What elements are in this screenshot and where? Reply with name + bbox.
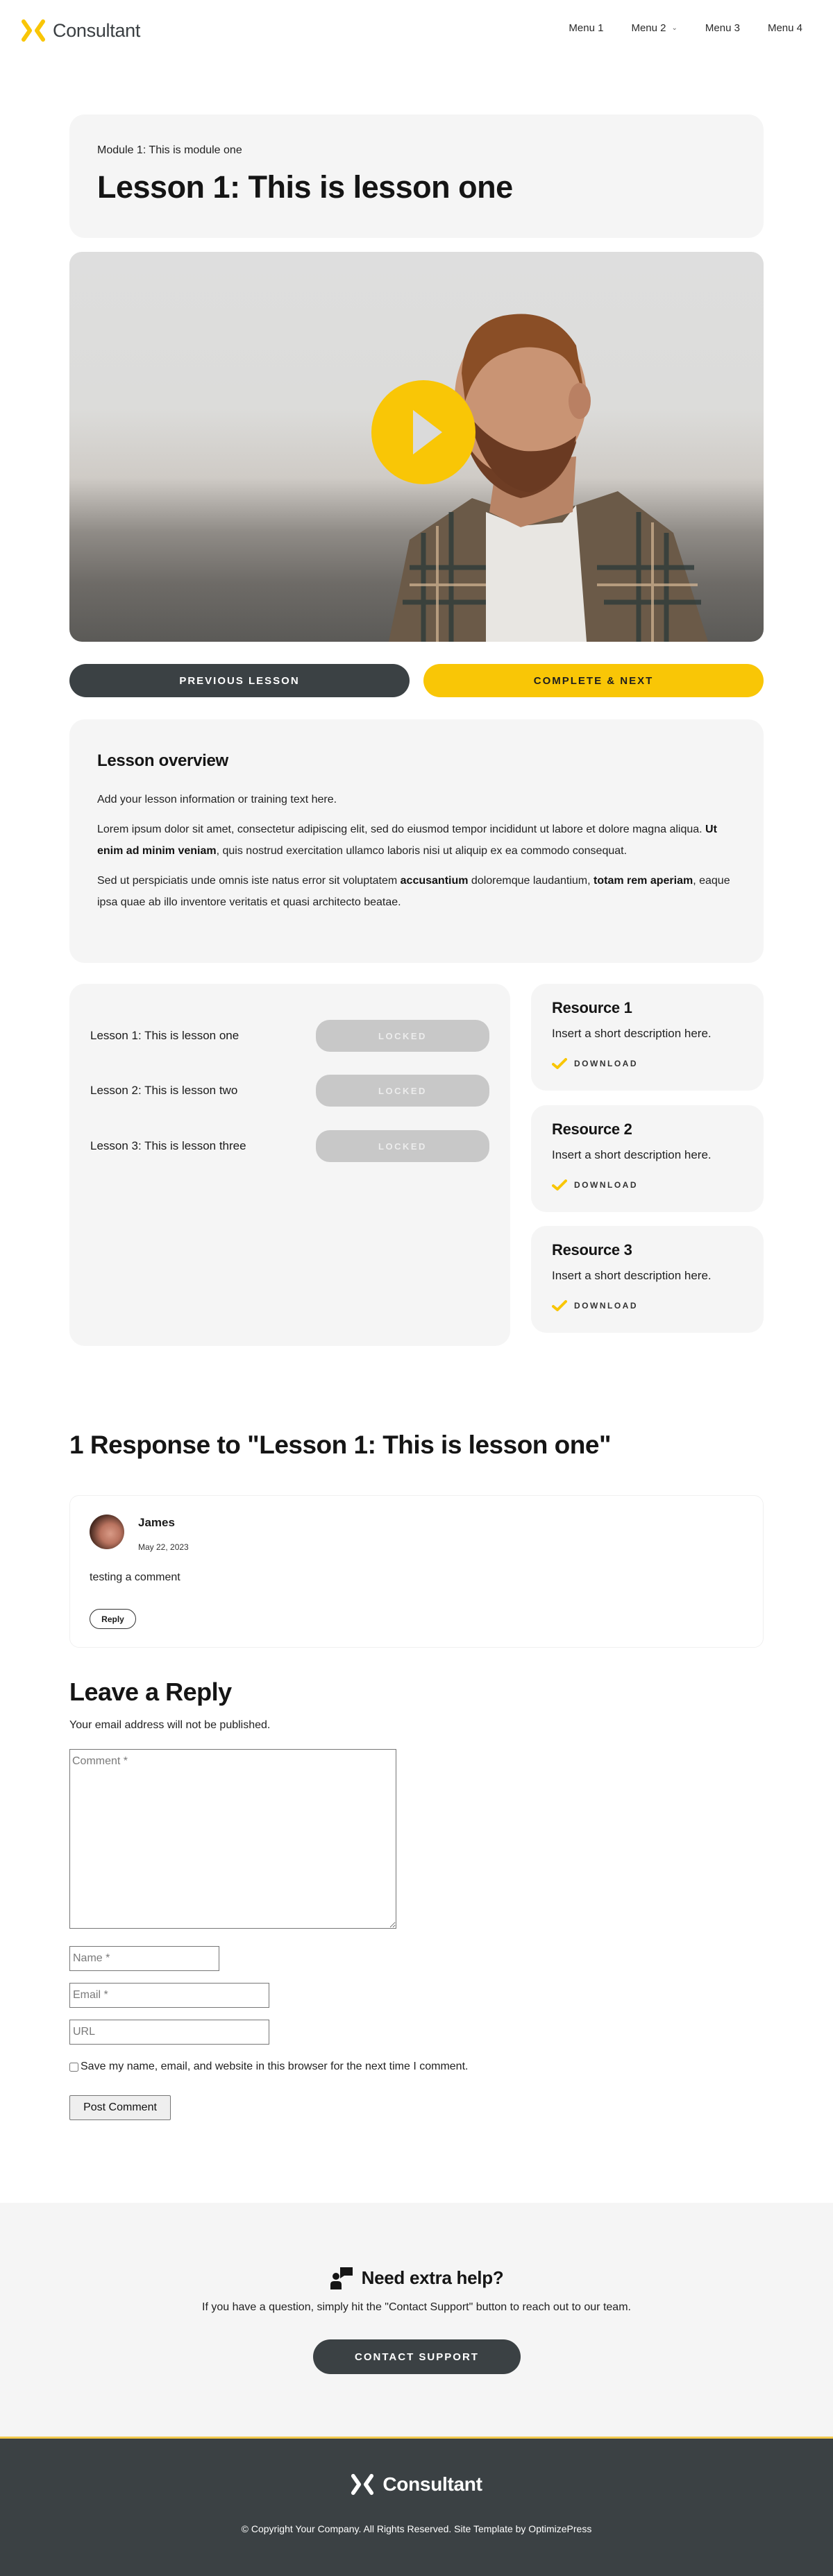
lesson-header-card: Module 1: This is module one Lesson 1: T… bbox=[69, 114, 764, 238]
reply-button[interactable]: Reply bbox=[90, 1609, 136, 1629]
help-text: If you have a question, simply hit the "… bbox=[202, 2301, 631, 2313]
overview-heading: Lesson overview bbox=[97, 751, 228, 770]
help-title: Need extra help? bbox=[361, 2267, 504, 2288]
main-nav: Menu 1 Menu 2 ⌄ Menu 3 Menu 4 bbox=[569, 22, 802, 34]
lesson-list-item: Lesson 2: This is lesson two LOCKED bbox=[90, 1075, 489, 1107]
resource-card: Resource 3 Insert a short description he… bbox=[531, 1226, 764, 1333]
name-field[interactable] bbox=[69, 1946, 219, 1971]
previous-lesson-button[interactable]: PREVIOUS LESSON bbox=[69, 664, 410, 697]
lesson-video[interactable] bbox=[69, 252, 764, 642]
download-link[interactable]: DOWNLOAD bbox=[552, 1300, 638, 1311]
text: Sed ut perspiciatis unde omnis iste natu… bbox=[97, 875, 401, 887]
download-label: DOWNLOAD bbox=[574, 1301, 638, 1311]
page-title: Lesson 1: This is lesson one bbox=[97, 169, 513, 205]
resource-card: Resource 1 Insert a short description he… bbox=[531, 984, 764, 1091]
copyright-text: © Copyright Your Company. All Rights Res… bbox=[241, 2523, 592, 2534]
download-label: DOWNLOAD bbox=[574, 1180, 638, 1190]
resource-title: Resource 3 bbox=[552, 1241, 632, 1259]
post-comment-button[interactable]: Post Comment bbox=[69, 2095, 171, 2120]
comment-textarea[interactable] bbox=[69, 1749, 396, 1929]
nav-label: Menu 4 bbox=[767, 22, 802, 34]
resource-description: Insert a short description here. bbox=[552, 1027, 712, 1040]
nav-label: Menu 2 bbox=[631, 22, 666, 34]
bold-text: totam rem aperiam bbox=[594, 875, 693, 887]
logo[interactable]: Consultant bbox=[21, 19, 140, 42]
play-button[interactable] bbox=[371, 380, 476, 484]
support-person-icon bbox=[330, 2267, 353, 2289]
email-field[interactable] bbox=[69, 1983, 269, 2008]
help-section: Need extra help? If you have a question,… bbox=[0, 2203, 833, 2437]
contact-support-button[interactable]: CONTACT SUPPORT bbox=[313, 2339, 521, 2374]
nav-item-menu-1[interactable]: Menu 1 bbox=[569, 22, 603, 34]
nav-item-menu-3[interactable]: Menu 3 bbox=[705, 22, 740, 34]
footer-brand-name: Consultant bbox=[382, 2473, 482, 2495]
lesson-list-card: Lesson 1: This is lesson one LOCKED Less… bbox=[69, 984, 510, 1346]
locked-button[interactable]: LOCKED bbox=[316, 1075, 489, 1107]
nav-item-menu-4[interactable]: Menu 4 bbox=[768, 22, 802, 34]
save-info-label: Save my name, email, and website in this… bbox=[81, 2061, 469, 2072]
logo-mark-icon bbox=[22, 19, 45, 42]
check-icon bbox=[552, 1058, 567, 1069]
nav-label: Menu 3 bbox=[705, 22, 740, 34]
overview-paragraph: Lorem ipsum dolor sit amet, consectetur … bbox=[97, 819, 736, 862]
logo-mark-icon bbox=[351, 2473, 374, 2496]
comments-heading: 1 Response to "Lesson 1: This is lesson … bbox=[69, 1431, 612, 1459]
download-link[interactable]: DOWNLOAD bbox=[552, 1058, 638, 1069]
save-info-checkbox[interactable] bbox=[69, 2062, 78, 2072]
lesson-link[interactable]: Lesson 2: This is lesson two bbox=[90, 1084, 237, 1098]
lesson-list-item: Lesson 3: This is lesson three LOCKED bbox=[90, 1130, 489, 1162]
email-privacy-note: Your email address will not be published… bbox=[69, 1719, 271, 1731]
overview-body: Add your lesson information or training … bbox=[97, 789, 736, 921]
comment-text: testing a comment bbox=[90, 1571, 180, 1583]
lesson-overview-card: Lesson overview Add your lesson informat… bbox=[69, 719, 764, 963]
url-field[interactable] bbox=[69, 2020, 269, 2045]
reply-heading: Leave a Reply bbox=[69, 1678, 232, 1706]
play-icon bbox=[413, 410, 442, 454]
text: , quis nostrud exercitation ullamco labo… bbox=[216, 845, 628, 857]
resource-title: Resource 1 bbox=[552, 999, 632, 1016]
module-label: Module 1: This is module one bbox=[97, 144, 242, 156]
chevron-down-icon: ⌄ bbox=[671, 24, 678, 32]
complete-and-next-button[interactable]: COMPLETE & NEXT bbox=[423, 664, 764, 697]
text: Lorem ipsum dolor sit amet, consectetur … bbox=[97, 824, 706, 835]
overview-paragraph: Sed ut perspiciatis unde omnis iste natu… bbox=[97, 870, 736, 913]
footer-logo[interactable]: Consultant bbox=[0, 2473, 833, 2496]
comment-author[interactable]: James bbox=[138, 1516, 175, 1530]
comment: James May 22, 2023 testing a comment Rep… bbox=[69, 1495, 764, 1648]
lesson-list-item: Lesson 1: This is lesson one LOCKED bbox=[90, 1020, 489, 1052]
lesson-navigation: PREVIOUS LESSON COMPLETE & NEXT bbox=[69, 664, 764, 697]
check-icon bbox=[552, 1300, 567, 1311]
help-title-row: Need extra help? bbox=[0, 2266, 833, 2289]
resource-card: Resource 2 Insert a short description he… bbox=[531, 1105, 764, 1212]
site-footer: Consultant © Copyright Your Company. All… bbox=[0, 2437, 833, 2576]
brand-name: Consultant bbox=[53, 19, 141, 41]
download-link[interactable]: DOWNLOAD bbox=[552, 1179, 638, 1191]
nav-label: Menu 1 bbox=[569, 22, 604, 34]
resource-title: Resource 2 bbox=[552, 1120, 632, 1138]
bold-text: accusantium bbox=[400, 875, 469, 887]
overview-intro: Add your lesson information or training … bbox=[97, 794, 337, 805]
nav-item-menu-2[interactable]: Menu 2 ⌄ bbox=[631, 22, 677, 34]
lesson-link[interactable]: Lesson 1: This is lesson one bbox=[90, 1029, 239, 1043]
resource-description: Insert a short description here. bbox=[552, 1148, 712, 1161]
site-header: Consultant Menu 1 Menu 2 ⌄ Menu 3 Menu 4 bbox=[0, 0, 833, 62]
locked-button[interactable]: LOCKED bbox=[316, 1020, 489, 1052]
check-icon bbox=[552, 1179, 567, 1191]
download-label: DOWNLOAD bbox=[574, 1059, 638, 1068]
resource-description: Insert a short description here. bbox=[552, 1269, 712, 1282]
save-info-option[interactable]: Save my name, email, and website in this… bbox=[69, 2061, 468, 2073]
lesson-link[interactable]: Lesson 3: This is lesson three bbox=[90, 1139, 246, 1153]
comment-date[interactable]: May 22, 2023 bbox=[138, 1542, 189, 1552]
avatar bbox=[90, 1515, 124, 1549]
text: doloremque laudantium, bbox=[468, 875, 594, 887]
locked-button[interactable]: LOCKED bbox=[316, 1130, 489, 1162]
